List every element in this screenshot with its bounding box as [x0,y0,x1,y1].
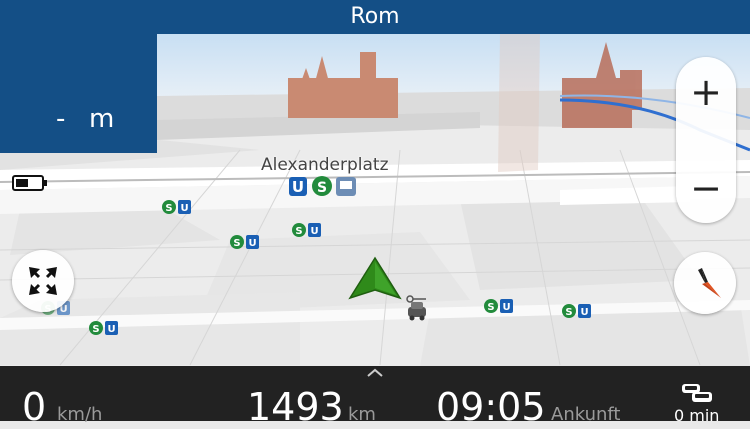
destination-name: Rom [350,4,400,29]
destination-header: Rom [0,0,750,34]
poi-label-alexanderplatz: Alexanderplatz [261,155,389,175]
remaining-distance-value: 1493 [247,385,344,429]
traffic-delay: 0 min [674,406,720,425]
maneuver-distance-value: - [56,104,66,134]
compass-button[interactable] [674,252,736,314]
speed-unit: km/h [57,404,103,425]
zoom-out-button[interactable]: − [676,153,736,223]
maneuver-distance-unit: m [89,104,115,134]
maneuver-panel[interactable]: - m [0,34,157,153]
expand-map-button[interactable] [12,250,74,312]
arrival-label: Ankunft [551,404,621,425]
status-bar[interactable]: 0 km/h 1493 km 09:05 Ankunft 0 min [0,366,750,429]
arrival-time: 09:05 [436,385,546,429]
remaining-distance-unit: km [348,404,376,425]
chevron-up-icon[interactable] [364,366,386,380]
speed-value: 0 [22,385,47,429]
compass-icon [698,268,721,298]
zoom-control: + − [676,57,736,223]
traffic-icon [682,384,712,402]
battery-icon [12,175,47,191]
expand-icon [29,267,57,295]
zoom-in-button[interactable]: + [676,57,736,127]
